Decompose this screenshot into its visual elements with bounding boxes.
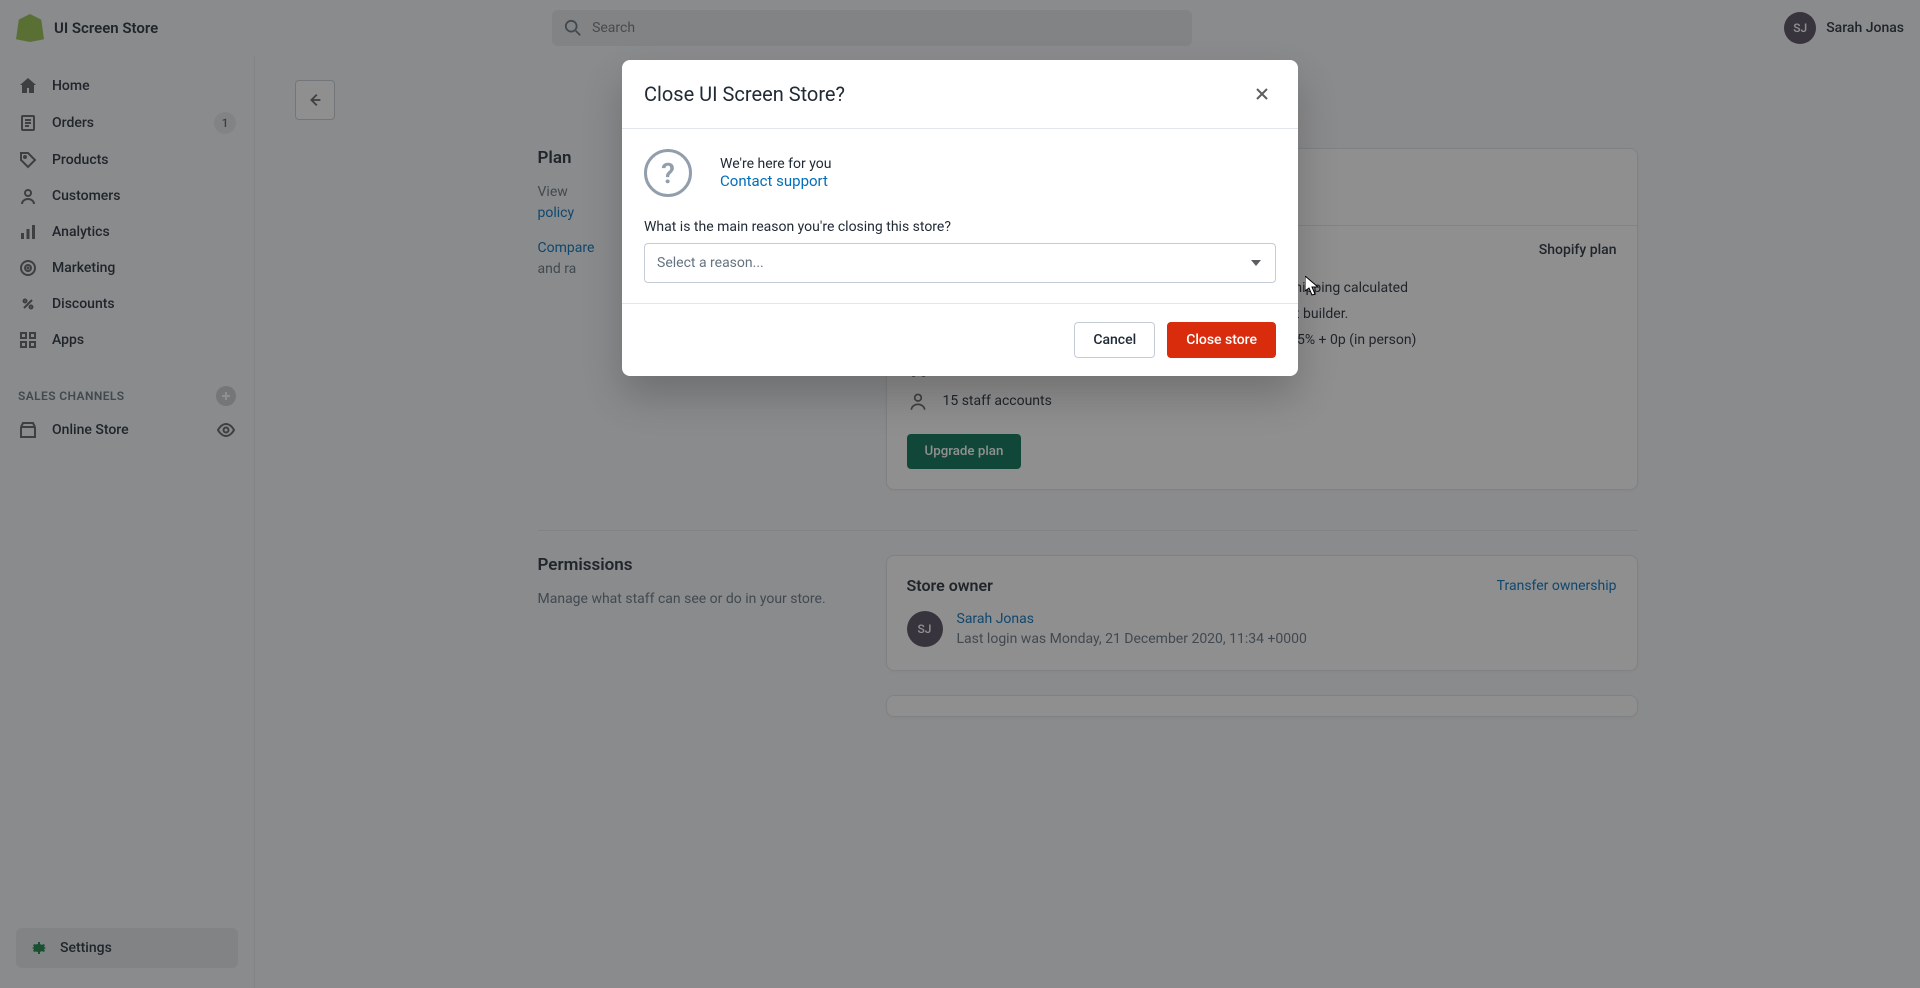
question-icon: ? [644,149,692,197]
modal-title: Close UI Screen Store? [644,82,845,106]
help-title: We're here for you [720,156,831,172]
close-store-modal: Close UI Screen Store? ? We're here for … [622,60,1298,376]
contact-support-link[interactable]: Contact support [720,172,831,190]
reason-select-value: Select a reason... [657,255,764,271]
cancel-button[interactable]: Cancel [1074,322,1155,358]
modal-close-button[interactable] [1248,80,1276,108]
close-icon [1253,85,1271,103]
reason-label: What is the main reason you're closing t… [644,219,1276,235]
help-row: ? We're here for you Contact support [644,149,1276,197]
close-store-button[interactable]: Close store [1167,322,1276,358]
modal-overlay[interactable]: Close UI Screen Store? ? We're here for … [0,0,1920,988]
reason-select[interactable]: Select a reason... [644,243,1276,283]
